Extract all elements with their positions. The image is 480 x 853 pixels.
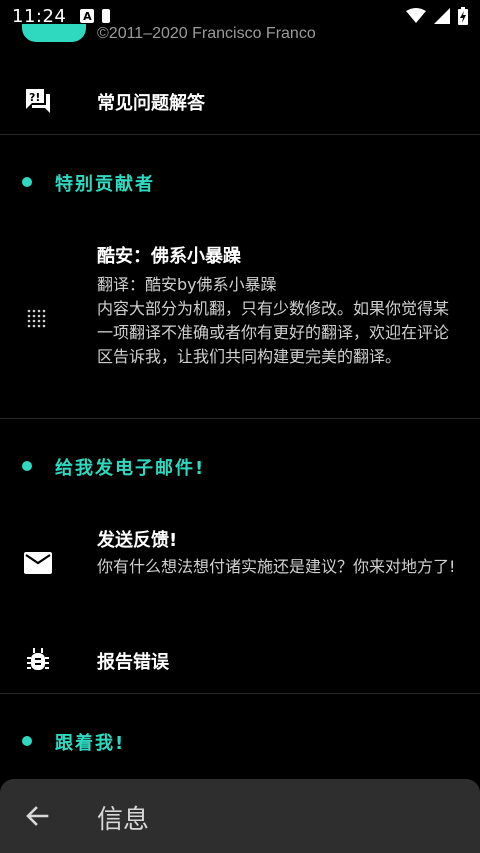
section-title: 特别贡献者: [55, 174, 155, 195]
back-arrow-icon[interactable]: [22, 801, 52, 831]
divider: [0, 693, 480, 694]
section-dot: [22, 461, 32, 471]
info-list: ©2011–2020 Francisco Franco ?! 常见问题解答 特别…: [0, 0, 480, 780]
feedback-title: 发送反馈!: [97, 530, 178, 551]
divider: [0, 418, 480, 419]
sim-card-icon: [102, 9, 111, 23]
section-email: 给我发电子邮件!: [0, 446, 480, 486]
bug-icon: [27, 648, 49, 670]
feedback-row[interactable]: 发送反馈! 你有什么想法想付诸实施还是建议？你来对地方了!: [0, 516, 480, 616]
a-notification-icon: A: [80, 9, 95, 23]
mail-icon: [24, 552, 52, 574]
divider: [0, 134, 480, 135]
contributor-name: 酷安：佛系小暴躁: [97, 246, 241, 267]
status-bar: 11:24 A: [0, 0, 480, 32]
section-title: 给我发电子邮件!: [55, 458, 206, 479]
faq-row[interactable]: ?! 常见问题解答: [0, 68, 480, 134]
wifi-icon: [406, 8, 426, 23]
battery-charging-icon: [458, 7, 468, 25]
screen-title: 信息: [97, 805, 150, 835]
section-title: 跟着我!: [55, 733, 126, 754]
faq-icon: ?!: [26, 89, 50, 113]
report-bug-label: 报告错误: [97, 652, 169, 673]
feedback-subtitle: 你有什么想法想付诸实施还是建议？你来对地方了!: [97, 557, 456, 576]
contributor-note: 内容大部分为机翻，只有少数修改。如果你觉得某一项翻译不准确或者你有更好的翻译，欢…: [97, 299, 450, 366]
section-dot: [22, 177, 32, 187]
dot-grid-icon: [27, 309, 46, 328]
faq-label: 常见问题解答: [97, 93, 205, 114]
bottom-app-bar: 信息: [0, 779, 480, 853]
section-contributors: 特别贡献者: [0, 162, 480, 202]
contributor-translator: 翻译：酷安by佛系小暴躁: [97, 275, 277, 294]
section-dot: [22, 736, 32, 746]
signal-icon: [434, 8, 450, 24]
contributor-row[interactable]: 酷安：佛系小暴躁 翻译：酷安by佛系小暴躁 内容大部分为机翻，只有少数修改。如果…: [0, 232, 480, 412]
section-follow: 跟着我!: [0, 721, 480, 761]
svg-text:?!: ?!: [29, 91, 40, 104]
status-time: 11:24: [12, 5, 67, 27]
report-bug-row[interactable]: 报告错误: [0, 630, 480, 690]
